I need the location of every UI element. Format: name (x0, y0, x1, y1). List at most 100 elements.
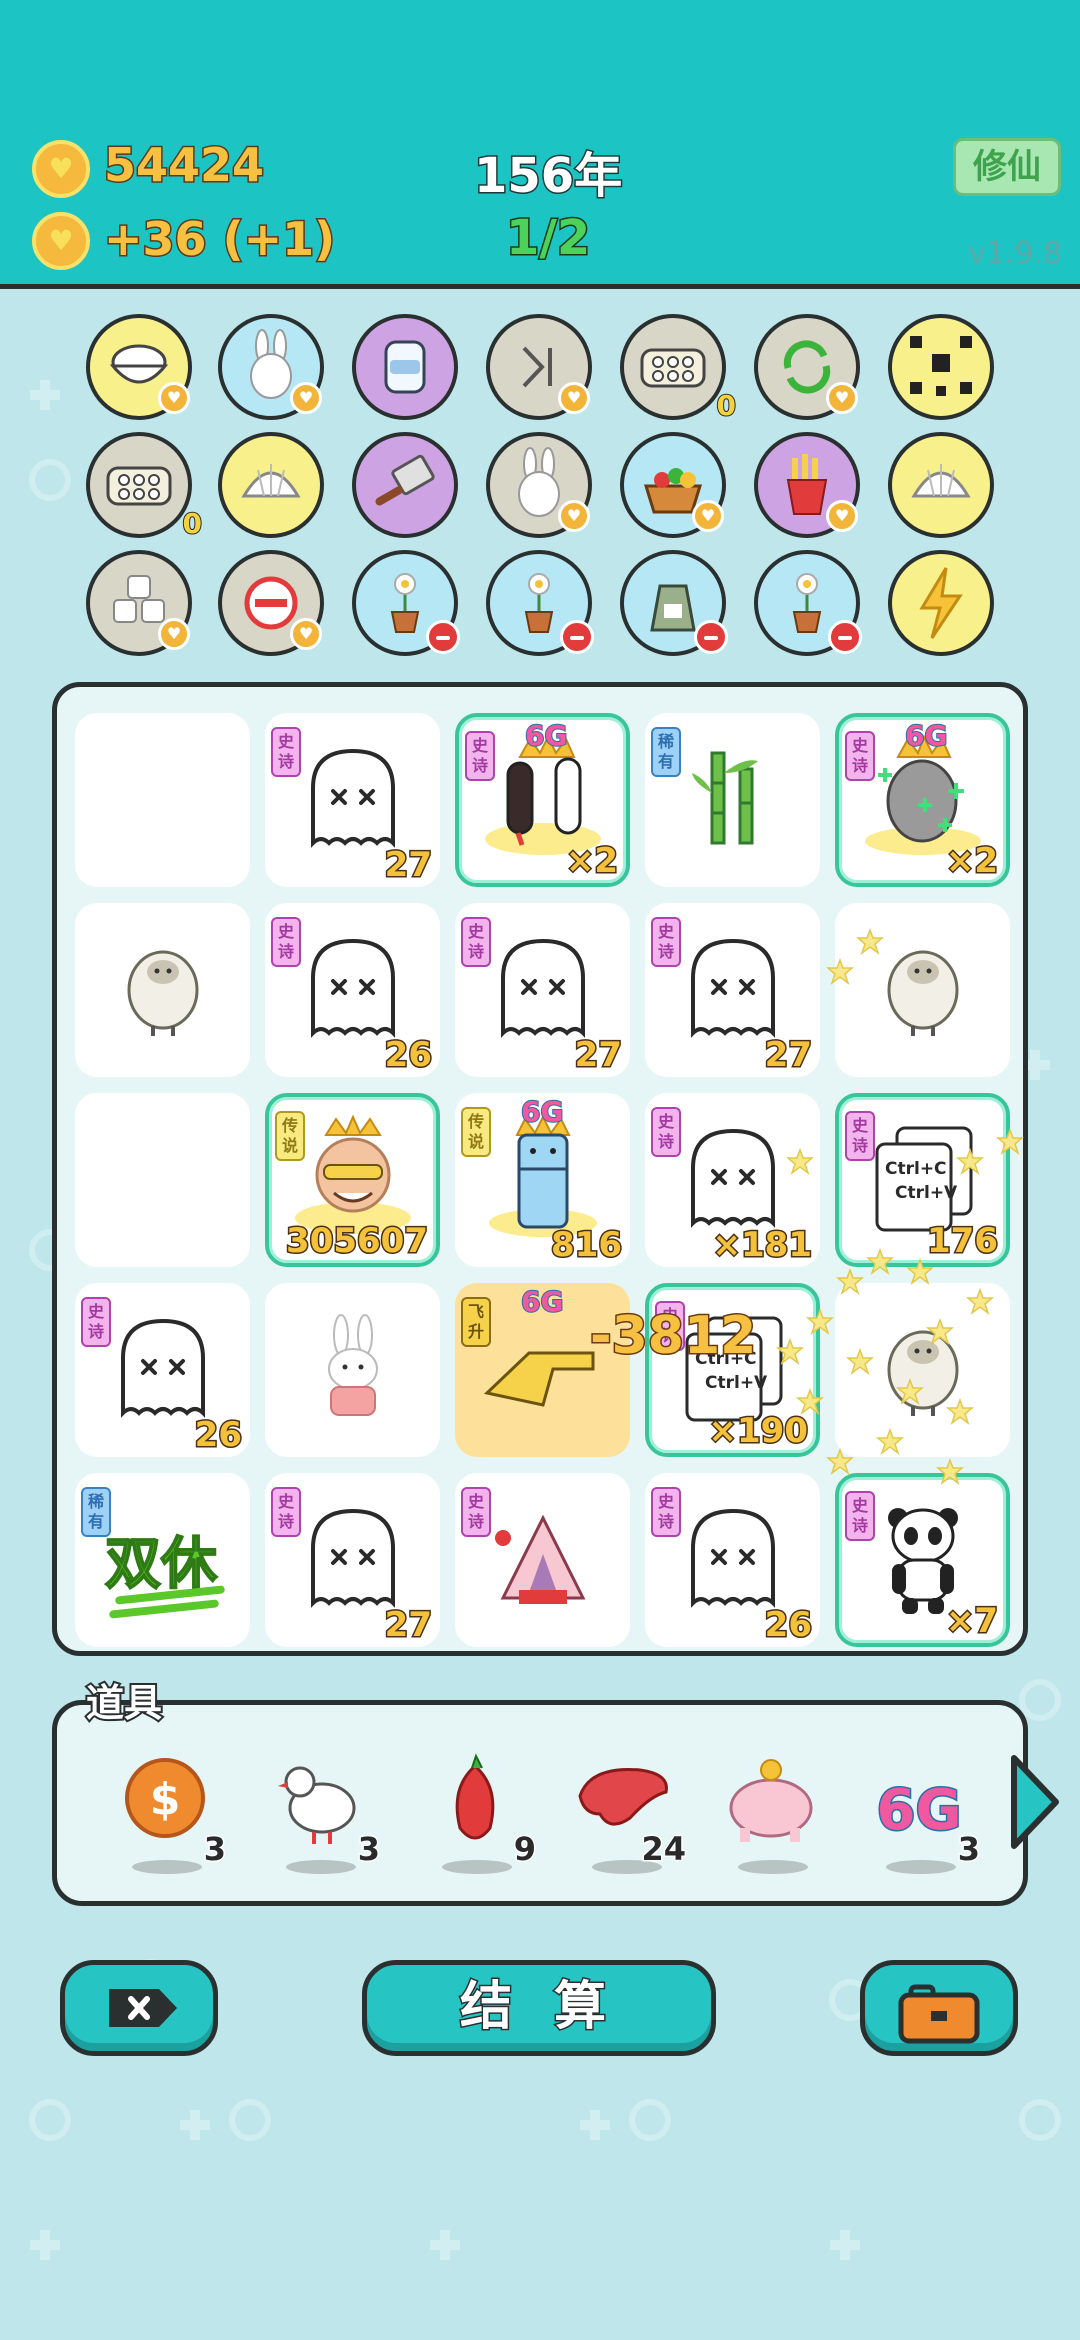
prop-count: 3 (956, 1829, 981, 1870)
shell-token[interactable] (888, 432, 994, 538)
minus-badge-icon (560, 620, 594, 654)
ghost-icon (113, 1313, 213, 1427)
rice-bowl-token[interactable] (86, 314, 192, 420)
flower-pot-token[interactable] (352, 550, 460, 656)
liver-prop[interactable]: 24 (570, 1748, 687, 1874)
cell-value: 26 (383, 1034, 433, 1077)
board-cell[interactable]: 史诗 6G ×2 (835, 713, 1010, 887)
next-arrow-icon[interactable] (1004, 1752, 1064, 1852)
board-cell[interactable]: 史诗 26 (645, 1473, 820, 1647)
board-cell[interactable]: 史诗 26 (265, 903, 440, 1077)
rarity-tag: 史诗 (81, 1297, 111, 1347)
sugar-cubes-token[interactable] (86, 550, 192, 656)
svg-text:$: $ (150, 1774, 181, 1825)
flower-pot-token[interactable] (754, 550, 862, 656)
heart-badge-icon (290, 618, 322, 650)
board-cell[interactable] (75, 1093, 250, 1267)
lightning-token[interactable] (888, 550, 994, 656)
milk-jar-token[interactable] (352, 314, 458, 420)
minus-badge-icon (694, 620, 728, 654)
egg-tray-token[interactable]: 0 (620, 314, 737, 423)
6g-label: 6G (904, 718, 948, 753)
flower-pot-token[interactable] (486, 550, 594, 656)
rarity-tag: 稀有 (651, 727, 681, 777)
ghost-icon (683, 1503, 783, 1617)
sheep-icon (118, 938, 208, 1042)
coin-prop[interactable]: $3 (110, 1748, 228, 1874)
cleaver-token[interactable] (352, 432, 458, 538)
board-cell[interactable]: 史诗 6G ×2 (455, 713, 630, 887)
rarity-tag: 史诗 (271, 917, 301, 967)
board-cell[interactable] (75, 903, 250, 1077)
cell-value: ×2 (944, 840, 999, 883)
trash-bag-token[interactable] (620, 550, 728, 656)
rarity-tag: 史诗 (651, 917, 681, 967)
board-cell[interactable]: 传说 6G 816 (455, 1093, 630, 1267)
prop-shadow (886, 1860, 956, 1874)
xiuxian-button[interactable]: 修仙 (953, 138, 1061, 196)
ghost-icon (683, 1123, 783, 1237)
rarity-tag: 史诗 (651, 1107, 681, 1157)
board-cell[interactable]: 史诗 ×7 (835, 1473, 1010, 1647)
rarity-tag: 稀有 (81, 1487, 111, 1537)
sheep-icon (878, 938, 968, 1042)
count-badge: 0 (181, 506, 203, 541)
board-cell[interactable]: 史诗 26 (75, 1283, 250, 1457)
cell-value: 305607 (285, 1220, 430, 1263)
briefcase-button[interactable] (860, 1960, 1018, 2056)
fries-token[interactable] (754, 432, 860, 538)
no-entry-token[interactable] (218, 550, 324, 656)
close-icon (109, 1989, 177, 2027)
board-cell[interactable]: 史诗 27 (645, 903, 820, 1077)
rabbit-icon (313, 1313, 393, 1427)
board-cell[interactable] (835, 1283, 1010, 1457)
board-cell[interactable]: 传说 305607 (265, 1093, 440, 1267)
fruit-basket-token[interactable] (620, 432, 726, 538)
6g-prop[interactable]: 6G 3 (864, 1748, 982, 1874)
sheep-icon (878, 1318, 968, 1422)
coin-icon (32, 140, 90, 198)
settle-button[interactable]: 结 算 (362, 1960, 716, 2056)
bird-prop[interactable]: 3 (264, 1748, 382, 1874)
egg-tray-token[interactable]: 0 (86, 432, 203, 541)
income-coin-icon (32, 212, 90, 270)
board-cell[interactable]: 史诗 27 (265, 1473, 440, 1647)
board-cell[interactable]: 史诗 (455, 1473, 630, 1647)
chili-prop[interactable]: 9 (420, 1748, 538, 1874)
minus-badge-icon (828, 620, 862, 654)
count-badge: 0 (715, 388, 737, 423)
6g-label: 6G (520, 1284, 564, 1319)
piggy-bank-prop[interactable] (716, 1748, 826, 1874)
board-cell[interactable]: 史诗 27 (265, 713, 440, 887)
rarity-tag: 传说 (461, 1107, 491, 1157)
rarity-tag: 史诗 (465, 731, 495, 781)
heart-badge-icon (558, 382, 590, 414)
heart-badge-icon (558, 500, 590, 532)
rarity-tag: 史诗 (845, 731, 875, 781)
prop-count: 9 (512, 1829, 537, 1870)
board-cell[interactable] (75, 713, 250, 887)
cell-value: ×2 (564, 840, 619, 883)
rabbit-token[interactable] (218, 314, 324, 420)
heart-badge-icon (826, 382, 858, 414)
board-cell[interactable]: 史诗 27 (455, 903, 630, 1077)
6g-label: 6G (524, 718, 568, 753)
shell-token[interactable] (218, 432, 324, 538)
wang-wang-token[interactable] (888, 314, 994, 420)
board-cell[interactable] (265, 1283, 440, 1457)
board-cell[interactable] (835, 903, 1010, 1077)
ctrl-v-text: Ctrl+V (895, 1183, 958, 1203)
board-cell[interactable]: 双休 稀有 (75, 1473, 250, 1647)
ghost-icon (303, 933, 403, 1047)
piggy-bank-icon (716, 1748, 826, 1862)
rabbit-token[interactable] (486, 432, 592, 538)
board-cell[interactable]: Ctrl+C Ctrl+V 史诗 176 (835, 1093, 1010, 1267)
heart-badge-icon (158, 618, 190, 650)
board-cell[interactable]: 稀有 (645, 713, 820, 887)
skip-token[interactable] (486, 314, 592, 420)
board-cell[interactable]: 史诗 ×181 (645, 1093, 820, 1267)
refresh-token[interactable] (754, 314, 860, 420)
discard-button[interactable] (60, 1960, 218, 2056)
rarity-tag: 史诗 (651, 1487, 681, 1537)
cell-value: 27 (763, 1034, 813, 1077)
